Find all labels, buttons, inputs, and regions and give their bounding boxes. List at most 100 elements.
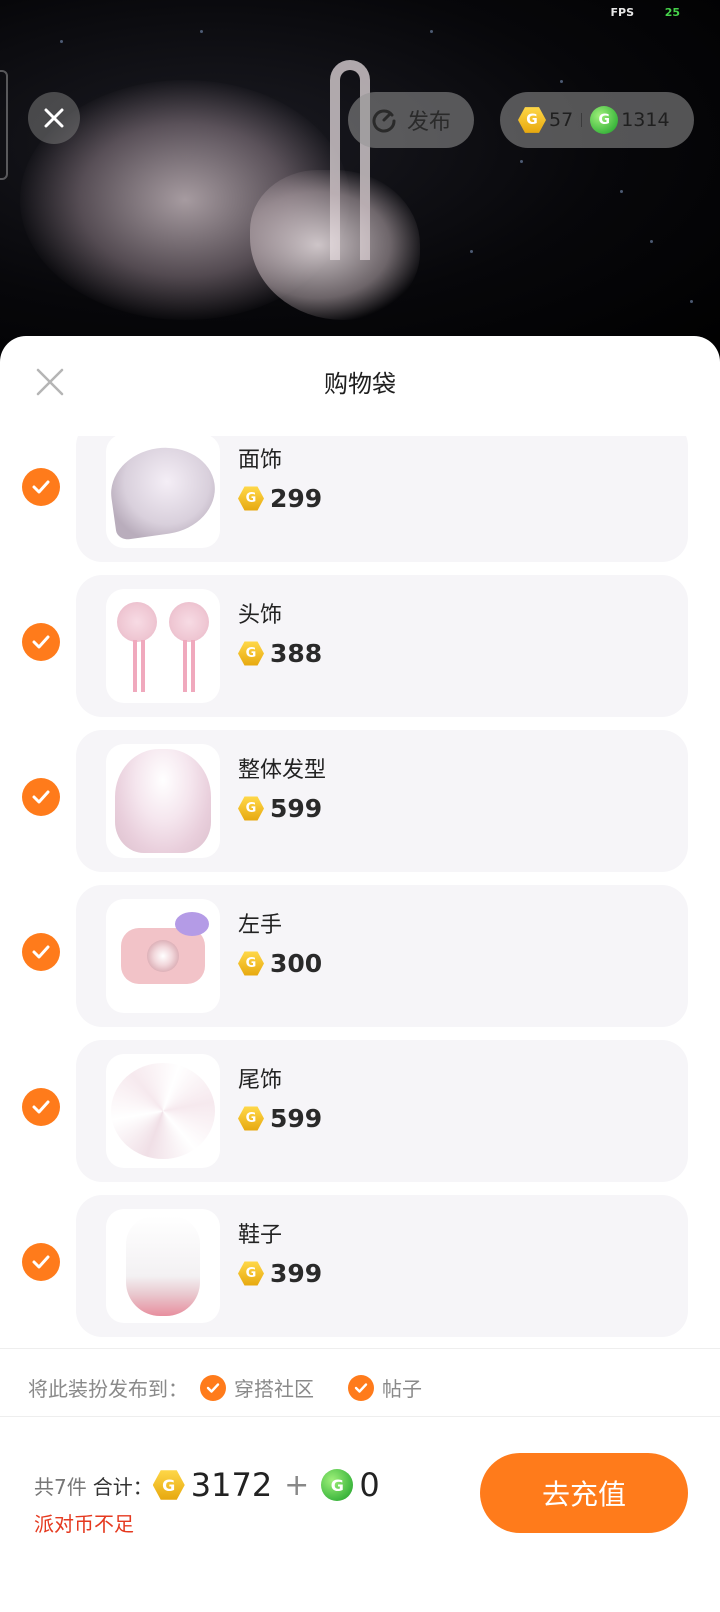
tail-ornament-image [111, 1063, 215, 1159]
divider [0, 1416, 720, 1417]
item-price-value: 300 [270, 949, 323, 978]
gold-total: 3172 [190, 1466, 273, 1504]
publish-to-label: 将此装扮发布到： [28, 1377, 188, 1401]
party-coin-icon: G [152, 1470, 185, 1500]
option-label: 帖子 [382, 1377, 422, 1401]
hairstyle-image [115, 749, 211, 853]
publish-label: 发布 [406, 110, 451, 135]
party-coin-icon: G [238, 951, 264, 976]
party-coin-icon: G [518, 107, 546, 133]
item-card[interactable]: 头饰 G 388 [76, 575, 688, 717]
avatar-preview-scene [0, 0, 720, 360]
item-thumbnail [106, 589, 220, 703]
item-card[interactable]: 整体发型 G 599 [76, 730, 688, 872]
check-icon [32, 635, 50, 649]
publish-to-row: 将此装扮发布到： 穿搭社区 帖子 [28, 1373, 422, 1402]
shopping-bag-sheet: 购物袋 面饰 G 299 头饰 G 388 整体发型 G 599 左手 G 30… [0, 336, 720, 1612]
item-checkbox[interactable] [22, 1088, 60, 1126]
camera-item-image [121, 912, 209, 984]
green-coin-icon: G [590, 106, 619, 134]
item-name: 整体发型 [238, 758, 327, 783]
green-coin-icon: G [321, 1469, 354, 1501]
item-price: G 399 [238, 1259, 322, 1288]
check-icon [354, 1382, 368, 1393]
close-preview-button[interactable] [28, 92, 80, 144]
shoes-image [126, 1216, 200, 1316]
item-card[interactable]: 尾饰 G 599 [76, 1040, 688, 1182]
check-icon [32, 1255, 50, 1269]
item-checkbox[interactable] [22, 778, 60, 816]
option-checkbox [200, 1374, 226, 1401]
item-checkbox[interactable] [22, 1243, 60, 1281]
item-card[interactable]: 左手 G 300 [76, 885, 688, 1027]
wallet-separator [581, 113, 583, 127]
item-thumbnail [106, 744, 220, 858]
refresh-icon [372, 109, 396, 133]
cart-item: 头饰 G 388 [0, 575, 720, 717]
order-summary: 共7件 合计： G 3172 + G 0 派对币不足 [34, 1466, 386, 1537]
party-coin-icon: G [238, 1261, 264, 1286]
check-icon [32, 945, 50, 959]
item-thumbnail [106, 899, 220, 1013]
cart-item: 整体发型 G 599 [0, 730, 720, 872]
face-ornament-image [106, 441, 220, 541]
divider [0, 1348, 720, 1349]
item-count: 共7件 [34, 1474, 87, 1499]
item-card[interactable]: 面饰 G 299 [76, 436, 688, 562]
cart-item: 左手 G 300 [0, 885, 720, 1027]
cart-item: 面饰 G 299 [0, 436, 720, 562]
gold-balance: 57 [549, 109, 574, 131]
item-name: 左手 [238, 913, 283, 938]
green-balance: 1314 [621, 109, 670, 131]
item-thumbnail [106, 1209, 220, 1323]
option-checkbox [348, 1374, 374, 1401]
wallet-balance[interactable]: G 57 G 1314 [500, 92, 694, 148]
publish-button[interactable]: 发布 [348, 92, 474, 148]
item-name: 头饰 [238, 603, 283, 628]
check-icon [32, 1100, 50, 1114]
scene-edge-frame [0, 70, 8, 180]
total-label: 合计： [92, 1474, 153, 1499]
item-checkbox[interactable] [22, 623, 60, 661]
publish-option-post[interactable]: 帖子 [348, 1373, 422, 1402]
fps-value: 25 [664, 6, 680, 19]
item-checkbox[interactable] [22, 468, 60, 506]
item-price: G 599 [238, 1104, 322, 1133]
head-ornament-image [113, 596, 213, 696]
check-icon [206, 1382, 220, 1393]
party-coin-icon: G [238, 641, 264, 666]
close-icon [44, 108, 64, 128]
fps-label: FPS [610, 6, 635, 19]
item-price-value: 388 [270, 639, 323, 668]
cart-item: 鞋子 G 399 [0, 1195, 720, 1337]
item-name: 尾饰 [238, 1068, 283, 1093]
cart-item-list[interactable]: 面饰 G 299 头饰 G 388 整体发型 G 599 左手 G 300 尾饰… [0, 436, 720, 1391]
party-coin-icon: G [238, 1106, 264, 1131]
item-name: 面饰 [238, 448, 283, 473]
item-thumbnail [106, 1054, 220, 1168]
publish-option-community[interactable]: 穿搭社区 [200, 1373, 314, 1402]
recharge-button[interactable]: 去充值 [480, 1453, 688, 1533]
item-price: G 388 [238, 639, 322, 668]
plus-sign: + [284, 1467, 310, 1503]
item-price-value: 599 [270, 794, 323, 823]
sheet-title: 购物袋 [324, 370, 396, 398]
item-price: G 300 [238, 949, 322, 978]
item-price-value: 399 [270, 1259, 323, 1288]
cart-item: 尾饰 G 599 [0, 1040, 720, 1182]
item-price: G 599 [238, 794, 322, 823]
item-price-value: 299 [270, 484, 323, 513]
option-label: 穿搭社区 [234, 1377, 314, 1401]
item-name: 鞋子 [238, 1223, 283, 1248]
item-card[interactable]: 鞋子 G 399 [76, 1195, 688, 1337]
item-price-value: 599 [270, 1104, 323, 1133]
green-total: 0 [359, 1466, 380, 1504]
item-thumbnail [106, 436, 220, 548]
item-checkbox[interactable] [22, 933, 60, 971]
check-icon [32, 480, 50, 494]
party-coin-icon: G [238, 796, 264, 821]
insufficient-balance-warning: 派对币不足 [34, 1512, 134, 1536]
party-coin-icon: G [238, 486, 264, 511]
item-price: G 299 [238, 484, 322, 513]
check-icon [32, 790, 50, 804]
